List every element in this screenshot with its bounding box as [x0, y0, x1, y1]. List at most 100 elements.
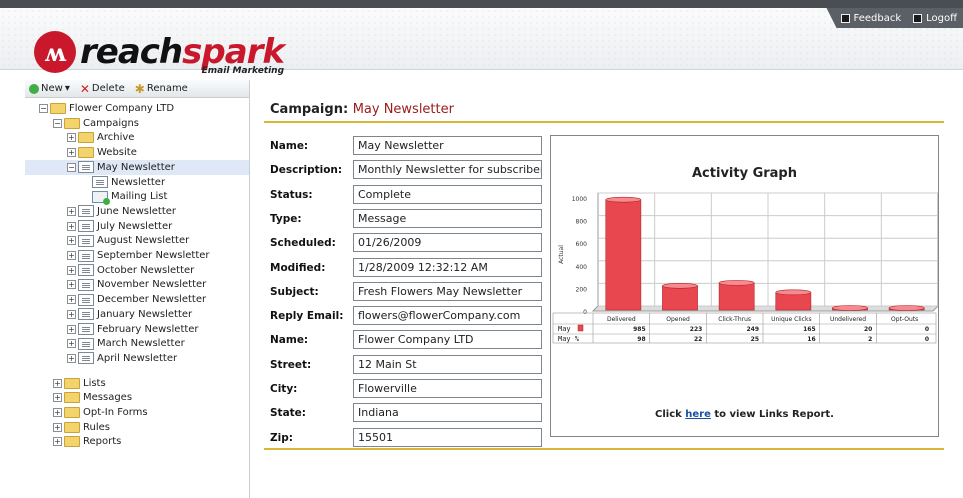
- tree-item-label: December Newsletter: [97, 294, 207, 306]
- tree-item[interactable]: + December Newsletter: [25, 292, 206, 307]
- rename-button[interactable]: ✱ Rename: [134, 81, 188, 96]
- field-label: Subject:: [270, 285, 319, 298]
- tree-item[interactable]: + March Newsletter: [25, 336, 185, 351]
- title-divider: [264, 121, 944, 123]
- tree-item[interactable]: − Campaigns: [25, 116, 139, 131]
- y-tick-label: 600: [576, 241, 588, 248]
- tree-item[interactable]: + Opt-In Forms: [25, 405, 148, 420]
- page-title: Campaign: May Newsletter: [270, 102, 454, 117]
- tree-item-label: Mailing List: [111, 191, 168, 203]
- field-value[interactable]: Fresh Flowers May Newsletter: [353, 281, 542, 301]
- field-value[interactable]: 15501: [353, 427, 542, 447]
- field-value[interactable]: Monthly Newsletter for subscribers: [353, 160, 542, 180]
- field-value[interactable]: May Newsletter: [353, 136, 542, 155]
- field-value[interactable]: Complete: [353, 184, 542, 204]
- expand-icon[interactable]: +: [67, 221, 76, 231]
- new-button[interactable]: New ▾: [29, 83, 70, 94]
- x-tick-label: Undelivered: [830, 316, 866, 323]
- tree-item[interactable]: Mailing List: [25, 189, 168, 205]
- y-tick-label: 1000: [572, 196, 587, 203]
- field-value[interactable]: Message: [353, 208, 542, 228]
- field-label: Name:: [270, 334, 309, 347]
- expand-icon[interactable]: +: [67, 280, 76, 290]
- tree-item[interactable]: + April Newsletter: [25, 351, 177, 366]
- field-value[interactable]: Flowerville: [353, 379, 542, 398]
- tree-item[interactable]: − Flower Company LTD: [25, 101, 174, 116]
- top-strip: [0, 0, 963, 8]
- tree-item[interactable]: + Reports: [25, 434, 121, 449]
- tree-item[interactable]: + Website: [25, 145, 137, 160]
- folder-icon: [64, 117, 80, 129]
- expand-icon[interactable]: +: [53, 408, 62, 417]
- tree-item[interactable]: + Lists: [25, 376, 106, 391]
- tree-item-label: Rules: [83, 421, 110, 433]
- feedback-link[interactable]: Feedback: [840, 13, 901, 24]
- expand-icon[interactable]: +: [67, 133, 76, 143]
- expand-icon[interactable]: +: [67, 339, 76, 349]
- campaign-tree: − Flower Company LTD − Campaigns + Archive + We…: [25, 98, 249, 448]
- tree-item[interactable]: + November Newsletter: [25, 277, 206, 292]
- mailing-list-icon: [92, 190, 110, 205]
- tree-item[interactable]: + February Newsletter: [25, 322, 199, 337]
- expand-icon[interactable]: +: [53, 378, 62, 388]
- tree-item[interactable]: + September Newsletter: [25, 248, 210, 263]
- expand-icon[interactable]: +: [53, 393, 62, 403]
- tree-item[interactable]: + June Newsletter: [25, 204, 176, 219]
- logoff-link[interactable]: Logoff: [913, 13, 957, 24]
- expand-icon[interactable]: +: [53, 437, 62, 447]
- expand-icon[interactable]: +: [67, 295, 76, 305]
- expand-icon[interactable]: +: [67, 324, 76, 334]
- table-cell: 98: [637, 336, 645, 343]
- tree-item[interactable]: + October Newsletter: [25, 263, 194, 278]
- expand-icon[interactable]: +: [67, 265, 76, 275]
- field-value[interactable]: flowers@flowerCompany.com: [353, 306, 542, 326]
- field-value[interactable]: 12 Main St: [353, 354, 542, 374]
- field-value[interactable]: 01/26/2009: [353, 233, 542, 253]
- tree-toolbar: New ▾ ✕ Delete ✱ Rename: [25, 80, 249, 98]
- campaign-name: May Newsletter: [352, 102, 454, 117]
- field-label: Description:: [270, 164, 343, 177]
- expand-icon[interactable]: +: [67, 251, 76, 260]
- table-row-label: May: [558, 325, 571, 333]
- bar-cap: [832, 305, 868, 311]
- table-cell: 16: [807, 336, 815, 343]
- document-icon: [78, 352, 94, 365]
- x-tick-label: Opt-Outs: [891, 316, 918, 323]
- field-label: Scheduled:: [270, 237, 336, 250]
- tree-item[interactable]: + July Newsletter: [25, 219, 172, 234]
- header: ʍ reachspark Email Marketing: [0, 8, 963, 76]
- x-tick-label: Unique Clicks: [771, 316, 812, 323]
- tree-item[interactable]: + Messages: [25, 390, 132, 405]
- legend-swatch: [577, 324, 584, 332]
- expand-icon[interactable]: +: [53, 422, 62, 432]
- field-value[interactable]: Flower Company LTD: [353, 330, 542, 350]
- logo-mark-icon: ʍ: [34, 31, 76, 73]
- expand-icon[interactable]: +: [67, 353, 76, 363]
- expand-icon[interactable]: +: [67, 148, 76, 158]
- document-icon: [78, 234, 94, 247]
- field-value[interactable]: 1/28/2009 12:32:12 AM: [353, 257, 542, 277]
- collapse-icon[interactable]: −: [53, 118, 62, 128]
- rename-icon: ✱: [134, 81, 145, 96]
- top-links: Feedback Logoff: [826, 8, 963, 28]
- expand-icon[interactable]: +: [67, 206, 76, 216]
- expand-icon[interactable]: +: [67, 236, 76, 246]
- field-label: Reply Email:: [270, 310, 344, 323]
- expand-icon[interactable]: +: [67, 309, 76, 319]
- links-report-link[interactable]: here: [685, 409, 711, 420]
- tree-item[interactable]: + January Newsletter: [25, 307, 192, 322]
- folder-icon: [64, 407, 80, 418]
- collapse-icon[interactable]: −: [67, 162, 76, 172]
- delete-button[interactable]: ✕ Delete: [80, 83, 125, 95]
- feedback-icon: [840, 13, 850, 23]
- collapse-icon[interactable]: −: [39, 104, 48, 113]
- x-tick-label: Click-Thrus: [718, 316, 751, 323]
- field-value[interactable]: Indiana: [353, 403, 542, 423]
- tree-item[interactable]: + Archive: [25, 130, 134, 145]
- links-report-text: Click here to view Links Report.: [551, 409, 938, 420]
- table-cell: 249: [746, 326, 759, 333]
- tree-item[interactable]: − May Newsletter: [25, 159, 249, 175]
- tree-item[interactable]: Newsletter: [25, 175, 165, 190]
- tree-item[interactable]: + August Newsletter: [25, 233, 189, 248]
- tree-item[interactable]: + Rules: [25, 420, 110, 435]
